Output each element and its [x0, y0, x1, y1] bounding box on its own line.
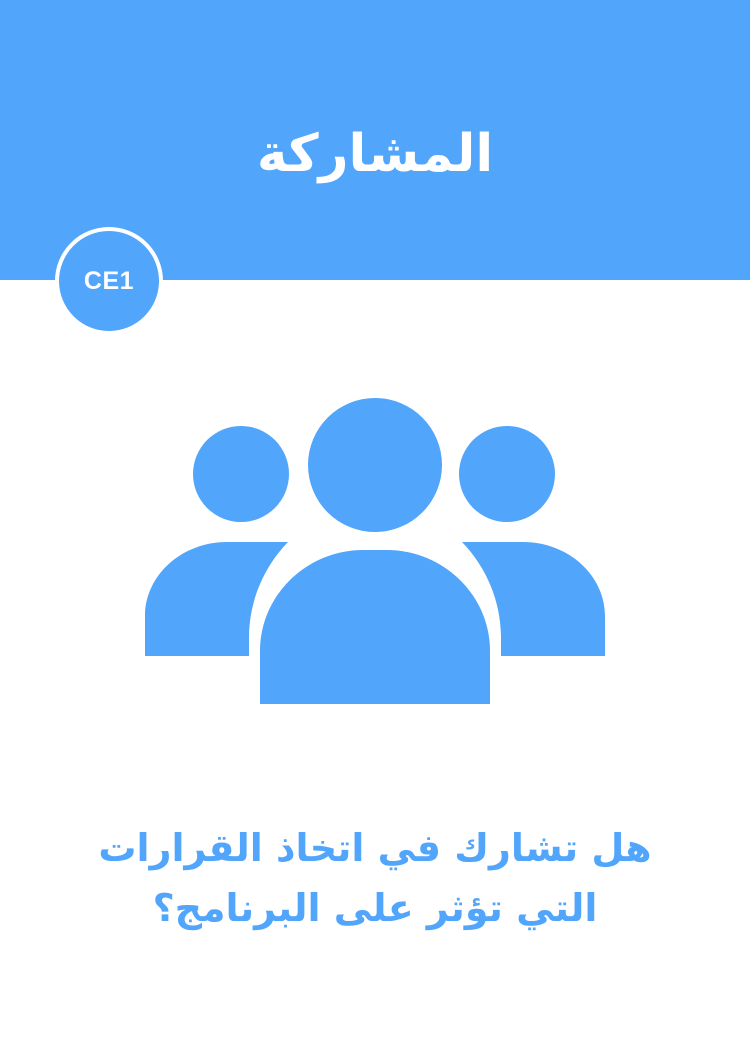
center-person-head	[308, 398, 442, 532]
group-of-people-icon	[145, 398, 605, 704]
question-text: هل تشارك في اتخاذ القرارات التي تؤثر على…	[0, 818, 750, 938]
question-line-1: هل تشارك في اتخاذ القرارات	[98, 826, 652, 870]
page-title: المشاركة	[256, 124, 494, 184]
left-person-head	[193, 426, 289, 522]
question-line-2: التي تؤثر على البرنامج؟	[152, 886, 598, 930]
badge-label: CE1	[83, 266, 135, 295]
right-person-head	[459, 426, 555, 522]
center-person-body	[260, 550, 490, 704]
code-badge: CE1	[55, 227, 163, 335]
